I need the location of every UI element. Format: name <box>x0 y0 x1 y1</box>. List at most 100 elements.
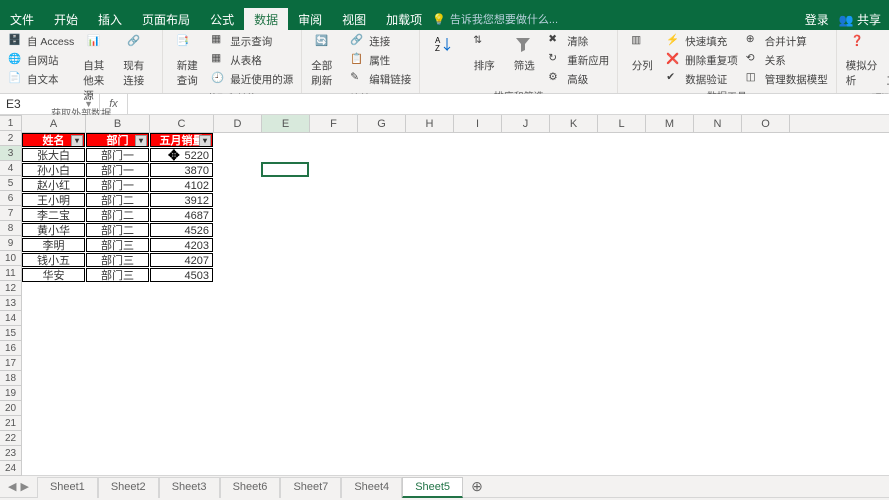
from-table-button[interactable]: ▦从表格 <box>209 51 295 69</box>
filter-button[interactable]: 筛选 <box>506 32 542 75</box>
tab-formulas[interactable]: 公式 <box>200 8 244 30</box>
cell-C4[interactable]: 4102 <box>150 178 213 192</box>
forecast-button[interactable]: 📈预测 工作表 <box>884 32 889 90</box>
cell-A3[interactable]: 孙小白 <box>22 163 85 177</box>
tab-review[interactable]: 审阅 <box>288 8 332 30</box>
cell-C3[interactable]: 3870 <box>150 163 213 177</box>
filter-arrow-name[interactable]: ▾ <box>71 135 83 147</box>
new-query-button[interactable]: 📑新建 查询 <box>169 32 205 90</box>
col-header-I[interactable]: I <box>454 115 502 132</box>
row-header-23[interactable]: 23 <box>0 446 21 461</box>
row-header-18[interactable]: 18 <box>0 371 21 386</box>
col-header-E[interactable]: E <box>262 115 310 132</box>
cell-B2[interactable]: 部门一 <box>86 148 149 162</box>
cell-B4[interactable]: 部门一 <box>86 178 149 192</box>
cell-A9[interactable]: 钱小五 <box>22 253 85 267</box>
row-header-20[interactable]: 20 <box>0 401 21 416</box>
flash-fill-button[interactable]: ⚡快速填充 <box>664 32 740 50</box>
col-header-A[interactable]: A <box>22 115 86 132</box>
data-model-button[interactable]: ◫管理数据模型 <box>744 70 830 88</box>
row-header-12[interactable]: 12 <box>0 281 21 296</box>
row-header-16[interactable]: 16 <box>0 341 21 356</box>
row-header-2[interactable]: 2 <box>0 131 21 146</box>
relationships-button[interactable]: ⟲关系 <box>744 51 830 69</box>
col-header-L[interactable]: L <box>598 115 646 132</box>
sheet-tab-Sheet6[interactable]: Sheet6 <box>220 477 281 498</box>
col-header-K[interactable]: K <box>550 115 598 132</box>
cell-C8[interactable]: 4203 <box>150 238 213 252</box>
row-header-3[interactable]: 3 <box>0 146 21 161</box>
row-header-6[interactable]: 6 <box>0 191 21 206</box>
cell-A7[interactable]: 黄小华 <box>22 223 85 237</box>
cell-B7[interactable]: 部门二 <box>86 223 149 237</box>
row-header-11[interactable]: 11 <box>0 266 21 281</box>
cell-B6[interactable]: 部门二 <box>86 208 149 222</box>
cell-A2[interactable]: 张大白 <box>22 148 85 162</box>
filter-arrow-dept[interactable]: ▾ <box>135 135 147 147</box>
sheet-tab-Sheet5[interactable]: Sheet5 <box>402 477 463 498</box>
connections-button[interactable]: 🔗连接 <box>348 32 413 50</box>
col-header-C[interactable]: C <box>150 115 214 132</box>
cell-B3[interactable]: 部门一 <box>86 163 149 177</box>
from-text-button[interactable]: 📄自文本 <box>6 70 76 88</box>
cell-B8[interactable]: 部门三 <box>86 238 149 252</box>
share-button[interactable]: 👥 共享 <box>839 11 881 28</box>
row-header-1[interactable]: 1 <box>0 116 21 131</box>
row-header-19[interactable]: 19 <box>0 386 21 401</box>
cell-C5[interactable]: 3912 <box>150 193 213 207</box>
name-box[interactable]: E3▼ <box>0 94 100 114</box>
row-header-5[interactable]: 5 <box>0 176 21 191</box>
cell-A5[interactable]: 王小明 <box>22 193 85 207</box>
row-header-15[interactable]: 15 <box>0 326 21 341</box>
sort-az-button[interactable]: AZ <box>426 32 462 58</box>
cell-A1[interactable]: 姓名▾ <box>22 133 85 147</box>
sheet-tab-Sheet7[interactable]: Sheet7 <box>280 477 341 498</box>
col-header-M[interactable]: M <box>646 115 694 132</box>
col-header-F[interactable]: F <box>310 115 358 132</box>
recent-sources-button[interactable]: 🕘最近使用的源 <box>209 70 295 88</box>
tab-layout[interactable]: 页面布局 <box>132 8 200 30</box>
show-queries-button[interactable]: ▦显示查询 <box>209 32 295 50</box>
properties-button[interactable]: 📋属性 <box>348 51 413 69</box>
text-to-columns-button[interactable]: ▥分列 <box>624 32 660 75</box>
clear-filter-button[interactable]: ✖清除 <box>546 32 611 50</box>
cell-A4[interactable]: 赵小红 <box>22 178 85 192</box>
row-header-17[interactable]: 17 <box>0 356 21 371</box>
cell-C2[interactable]: 5220 <box>150 148 213 162</box>
tab-file[interactable]: 文件 <box>0 8 44 30</box>
row-header-7[interactable]: 7 <box>0 206 21 221</box>
tab-insert[interactable]: 插入 <box>88 8 132 30</box>
remove-dup-button[interactable]: ❌删除重复项 <box>664 51 740 69</box>
consolidate-button[interactable]: ⊕合并计算 <box>744 32 830 50</box>
col-header-H[interactable]: H <box>406 115 454 132</box>
refresh-all-button[interactable]: 🔄全部刷新 <box>308 32 344 90</box>
row-header-4[interactable]: 4 <box>0 161 21 176</box>
row-header-22[interactable]: 22 <box>0 431 21 446</box>
filter-arrow-sales[interactable]: ▾ <box>199 135 211 147</box>
tab-nav-prev[interactable]: ◀ <box>8 480 16 493</box>
col-header-N[interactable]: N <box>694 115 742 132</box>
sheet-tab-Sheet1[interactable]: Sheet1 <box>37 477 98 498</box>
row-header-24[interactable]: 24 <box>0 461 21 476</box>
new-sheet-button[interactable]: ⊕ <box>463 478 491 495</box>
cell-A8[interactable]: 李明 <box>22 238 85 252</box>
tab-addins[interactable]: 加载项 <box>376 8 432 30</box>
cell-C10[interactable]: 4503 <box>150 268 213 282</box>
data-validation-button[interactable]: ✔数据验证 <box>664 70 740 88</box>
sheet-tab-Sheet2[interactable]: Sheet2 <box>98 477 159 498</box>
reapply-button[interactable]: ↻重新应用 <box>546 51 611 69</box>
sheet-tab-Sheet3[interactable]: Sheet3 <box>159 477 220 498</box>
cell-A10[interactable]: 华安 <box>22 268 85 282</box>
row-header-21[interactable]: 21 <box>0 416 21 431</box>
sort-button[interactable]: ⇅排序 <box>466 32 502 75</box>
col-header-G[interactable]: G <box>358 115 406 132</box>
row-header-10[interactable]: 10 <box>0 251 21 266</box>
cell-A6[interactable]: 李二宝 <box>22 208 85 222</box>
cell-C6[interactable]: 4687 <box>150 208 213 222</box>
col-header-D[interactable]: D <box>214 115 262 132</box>
cell-B1[interactable]: 部门▾ <box>86 133 149 147</box>
advanced-filter-button[interactable]: ⚙高级 <box>546 70 611 88</box>
tab-home[interactable]: 开始 <box>44 8 88 30</box>
tab-view[interactable]: 视图 <box>332 8 376 30</box>
row-header-8[interactable]: 8 <box>0 221 21 236</box>
